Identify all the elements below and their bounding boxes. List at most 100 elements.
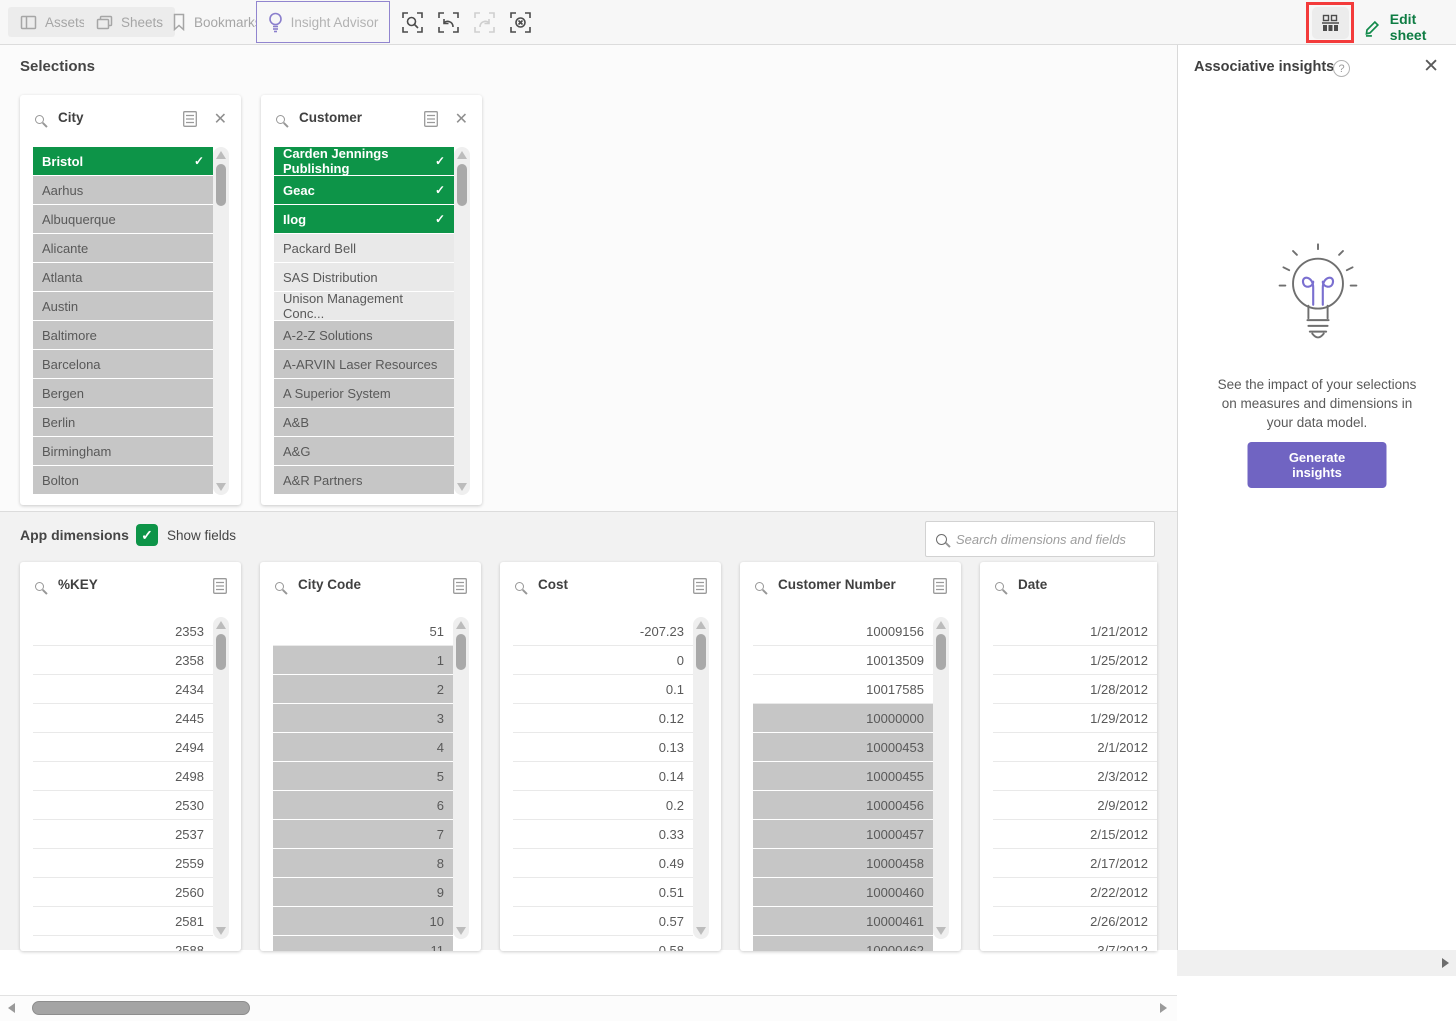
scroll-up-arrow[interactable] <box>696 621 706 629</box>
list-item[interactable]: Atlanta <box>33 263 213 291</box>
list-item[interactable]: 5 <box>273 762 453 790</box>
list-item[interactable]: 2 <box>273 675 453 703</box>
list-item[interactable]: 3 <box>273 704 453 732</box>
list-item[interactable]: 10000461 <box>753 907 933 935</box>
list-item[interactable]: 10009156 <box>753 617 933 646</box>
list-item[interactable]: Carden Jennings Publishing✓ <box>274 147 454 175</box>
list-item[interactable]: 1/21/2012 <box>993 617 1157 646</box>
scroll-down-arrow[interactable] <box>696 927 706 935</box>
search-icon[interactable] <box>755 582 764 591</box>
scroll-down-arrow[interactable] <box>216 927 226 935</box>
list-item[interactable]: 2530 <box>33 791 213 820</box>
list-item[interactable]: 2559 <box>33 849 213 878</box>
scroll-up-arrow[interactable] <box>216 621 226 629</box>
list-item[interactable]: 10013509 <box>753 646 933 675</box>
scroll-down-arrow[interactable] <box>456 927 466 935</box>
list-item[interactable]: Barcelona <box>33 350 213 378</box>
list-item[interactable]: A&B <box>274 408 454 436</box>
list-item[interactable]: 1/25/2012 <box>993 646 1157 675</box>
scrollbar-thumb[interactable] <box>32 1001 250 1015</box>
list-item[interactable]: 2537 <box>33 820 213 849</box>
list-item[interactable]: Bristol✓ <box>33 147 213 175</box>
list-item[interactable]: 10017585 <box>753 675 933 704</box>
vertical-scrollbar[interactable] <box>213 147 229 495</box>
list-item[interactable]: 10000455 <box>753 762 933 790</box>
list-item[interactable]: 0 <box>513 646 693 675</box>
vertical-scrollbar[interactable] <box>453 617 469 939</box>
list-item[interactable]: 10000000 <box>753 704 933 732</box>
scroll-up-arrow[interactable] <box>216 151 226 159</box>
help-icon[interactable]: ? <box>1333 60 1350 77</box>
scroll-right-arrow[interactable] <box>1442 958 1449 968</box>
search-icon[interactable] <box>275 582 284 591</box>
list-item[interactable]: 9 <box>273 878 453 906</box>
listbox-menu-icon[interactable] <box>424 111 438 127</box>
listbox-menu-icon[interactable] <box>453 578 467 594</box>
step-back-button[interactable] <box>436 10 461 35</box>
scrollbar-thumb[interactable] <box>696 634 706 670</box>
list-item[interactable]: 6 <box>273 791 453 819</box>
list-item[interactable]: 2/1/2012 <box>993 733 1157 762</box>
toggle-charts-button[interactable] <box>1312 7 1349 39</box>
list-item[interactable]: 0.1 <box>513 675 693 704</box>
listbox-menu-icon[interactable] <box>693 578 707 594</box>
step-forward-button[interactable] <box>472 10 497 35</box>
vertical-scrollbar[interactable] <box>454 147 470 495</box>
show-fields-checkbox[interactable]: ✓ <box>136 524 158 546</box>
list-item[interactable]: -207.23 <box>513 617 693 646</box>
list-item[interactable]: 1 <box>273 646 453 674</box>
list-item[interactable]: 2/9/2012 <box>993 791 1157 820</box>
list-item[interactable]: 10000457 <box>753 820 933 848</box>
list-item[interactable]: Bolton <box>33 466 213 494</box>
list-item[interactable]: 0.2 <box>513 791 693 820</box>
list-item[interactable]: 2/17/2012 <box>993 849 1157 878</box>
search-icon[interactable] <box>995 582 1004 591</box>
list-item[interactable]: 10000460 <box>753 878 933 906</box>
insight-advisor-button[interactable]: Insight Advisor <box>256 1 390 43</box>
list-item[interactable]: 8 <box>273 849 453 877</box>
listbox-menu-icon[interactable] <box>183 111 197 127</box>
list-item[interactable]: A-2-Z Solutions <box>274 321 454 349</box>
list-item[interactable]: 2/22/2012 <box>993 878 1157 907</box>
vertical-scrollbar[interactable] <box>933 617 949 939</box>
list-item[interactable]: 0.13 <box>513 733 693 762</box>
list-item[interactable]: 1/29/2012 <box>993 704 1157 733</box>
list-item[interactable]: A Superior System <box>274 379 454 407</box>
scroll-down-arrow[interactable] <box>936 927 946 935</box>
smart-search-button[interactable] <box>400 10 425 35</box>
list-item[interactable]: 10 <box>273 907 453 935</box>
list-item[interactable]: Bergen <box>33 379 213 407</box>
list-item[interactable]: Ilog✓ <box>274 205 454 233</box>
list-item[interactable]: Albuquerque <box>33 205 213 233</box>
list-item[interactable]: 7 <box>273 820 453 848</box>
search-icon[interactable] <box>515 582 524 591</box>
list-item[interactable]: 1/28/2012 <box>993 675 1157 704</box>
list-item[interactable]: 0.12 <box>513 704 693 733</box>
list-item[interactable]: 2434 <box>33 675 213 704</box>
dimension-search-input[interactable] <box>956 532 1144 547</box>
list-item[interactable]: 2353 <box>33 617 213 646</box>
list-item[interactable]: A-ARVIN Laser Resources <box>274 350 454 378</box>
scroll-down-arrow[interactable] <box>216 483 226 491</box>
scrollbar-thumb[interactable] <box>936 634 946 670</box>
list-item[interactable]: 0.49 <box>513 849 693 878</box>
search-icon[interactable] <box>276 115 285 124</box>
scrollbar-thumb[interactable] <box>456 634 466 670</box>
list-item[interactable]: Birmingham <box>33 437 213 465</box>
horizontal-scrollbar[interactable] <box>0 995 1177 1021</box>
close-icon[interactable]: ✕ <box>1423 55 1439 78</box>
list-item[interactable]: Unison Management Conc... <box>274 292 454 320</box>
list-item[interactable]: 0.33 <box>513 820 693 849</box>
list-item[interactable]: 2494 <box>33 733 213 762</box>
list-item[interactable]: Berlin <box>33 408 213 436</box>
listbox-menu-icon[interactable] <box>933 578 947 594</box>
list-item[interactable]: 10000462 <box>753 936 933 951</box>
list-item[interactable]: 2358 <box>33 646 213 675</box>
scroll-down-arrow[interactable] <box>457 483 467 491</box>
list-item[interactable]: 3/7/2012 <box>993 936 1157 951</box>
list-item[interactable]: A&R Partners <box>274 466 454 494</box>
scroll-left-arrow[interactable] <box>8 1003 15 1013</box>
list-item[interactable]: 2/3/2012 <box>993 762 1157 791</box>
list-item[interactable]: 2/15/2012 <box>993 820 1157 849</box>
vertical-scrollbar[interactable] <box>213 617 229 939</box>
